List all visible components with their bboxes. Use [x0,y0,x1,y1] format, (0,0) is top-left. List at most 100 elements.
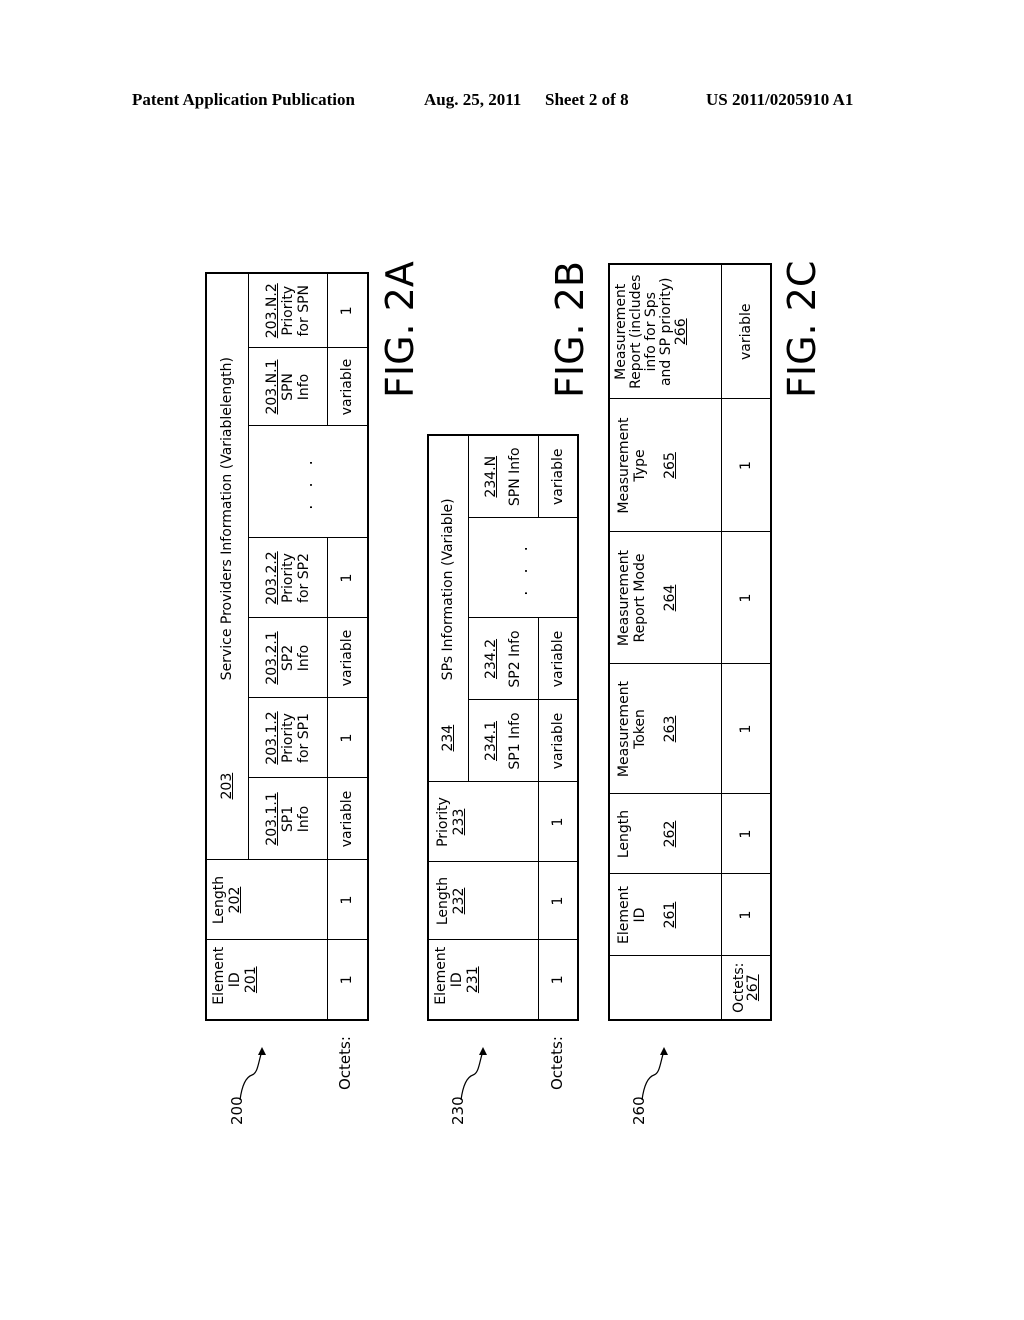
field-name: Measurement [616,417,632,514]
octets-value: 1 [721,794,771,874]
fig-2c-label: FIG. 2C [780,260,824,398]
ref-arrow-200 [239,1047,266,1101]
subfield-ref: 234.1 [483,720,499,762]
field-element-id: Element ID 261 [609,874,721,956]
field-measurement-report-mode: Measurement Report Mode 264 [609,532,721,664]
field-element-id: Element ID 201 [206,940,327,1020]
field-ref: 231 [465,966,481,994]
octets-value: 1 [721,399,771,532]
octets-value: 1 [721,664,771,794]
subfield-cell: 203.N.1 SPN Info [248,348,327,426]
octets-value: 1 [327,860,368,940]
field-name: Priority [435,797,451,847]
field-name: Report (includes [628,274,644,389]
field-name: Token [632,709,648,749]
fig-2c-table: Element ID 261 Length 262 Measurement To… [608,263,772,1021]
field-name: Length [211,875,227,925]
field-name: Element ID [433,946,465,1005]
octets-label-2b: Octets: [548,1036,566,1090]
octets-value: 1 [327,272,368,348]
field-name: and SP priority) [658,277,674,387]
subfield-cell: 203.1.1 SP1 Info [248,778,327,860]
ref-arrow-230 [460,1047,487,1101]
subfield-cell: 203.2.2 Priority for SP2 [248,538,327,618]
subfield-name: for SP2 [295,553,312,603]
corner-empty-cell [609,956,721,1020]
field-ref: 266 [673,318,689,346]
subfield-cell: 203.N.2 Priority for SPN [248,272,327,348]
subfield-name: Priority [279,285,296,336]
field-ref: 261 [662,901,678,929]
group-title: Service Providers Information (Variablel… [219,357,236,681]
octets-value: 1 [538,782,578,862]
ref-arrow-260 [641,1047,668,1101]
field-ref: 232 [451,887,467,915]
octets-ref: 267 [744,974,761,1002]
subfield-cell: 234.N SPN Info [468,435,538,518]
subfield-name: SP2 [279,644,296,672]
field-length: Length 262 [609,794,721,874]
fig-2b-label: FIG. 2B [548,261,592,398]
octets-value: variable [721,264,771,399]
field-name [632,797,648,872]
ellipsis-cell: . . . [468,518,578,618]
field-name: info for Sps [643,292,659,372]
field-name: Report Mode [632,553,648,643]
group-header: 234 SPs Information (Variable) [428,435,468,782]
octets-value: 1 [721,874,771,956]
field-name: Length [616,809,632,859]
octets-value: 1 [721,532,771,664]
subfield-ref: 203.N.1 [263,359,280,415]
ellipsis: . . . [297,454,317,510]
field-name: Measurement [616,680,632,778]
subfield-ref: 203.2.1 [263,631,280,685]
subfield-ref: 203.2.2 [263,551,280,605]
publication-type: Patent Application Publication [132,90,355,109]
field-measurement-report: Measurement Report (includes info for Sp… [609,264,721,399]
subfield-name: Priority [279,713,296,763]
field-ref: 263 [662,715,678,743]
field-element-id: Element ID 231 [428,940,538,1020]
field-name: Element [616,886,632,944]
subfield-name: SPN [279,373,296,401]
octets-label-2c: Octets: [730,962,747,1013]
octets-value: variable [538,435,578,518]
fig-2c: Element ID 261 Length 262 Measurement To… [608,263,772,1021]
subfield-cell: 234.1 SP1 Info [468,700,538,782]
subfield-name: for SPN [295,284,312,337]
field-length: Length 232 [428,862,538,940]
octets-value: variable [538,700,578,782]
octets-value: 1 [327,940,368,1020]
ellipsis-cell: . . . [248,426,368,538]
fig-2b-table: Element ID 231 Length 232 Priority 233 2… [427,434,579,1021]
subfield-cell: 203.2.1 SP2 Info [248,618,327,698]
octets-header-cell: Octets: 267 [721,956,771,1020]
field-ref: 265 [662,452,678,479]
field-ref: 264 [662,584,678,612]
octets-value: variable [327,778,368,860]
field-measurement-token: Measurement Token 263 [609,664,721,794]
field-priority: Priority 233 [428,782,538,862]
subfield-ref: 234.N [483,455,499,498]
subfield-ref: 234.2 [483,638,499,680]
field-name: Measurement [616,549,632,647]
subfield-ref: 203.N.2 [263,283,280,339]
subfield-name: Info [295,373,312,401]
octets-value: 1 [327,538,368,618]
octets-label-2a: Octets: [336,1036,354,1090]
subfield-name: SP1 Info [507,712,523,770]
field-name: Measurement [613,283,629,380]
subfield-ref: 203.1.2 [263,711,280,765]
subfield-cell: 234.2 SP2 Info [468,618,538,700]
field-name: Element ID [211,946,243,1005]
octets-value: variable [538,618,578,700]
subfield-ref: 203.1.1 [263,792,280,846]
subfield-name: Priority [279,553,296,603]
field-ref: 202 [227,886,243,914]
field-name: ID [632,907,648,923]
subfield-name: Info [295,805,312,833]
group-header: 203 Service Providers Information (Varia… [206,272,248,860]
sheet-number: Sheet 2 of 8 [545,90,629,109]
group-ref: 234 [440,724,457,752]
publication-date: Aug. 25, 2011 [424,90,522,109]
